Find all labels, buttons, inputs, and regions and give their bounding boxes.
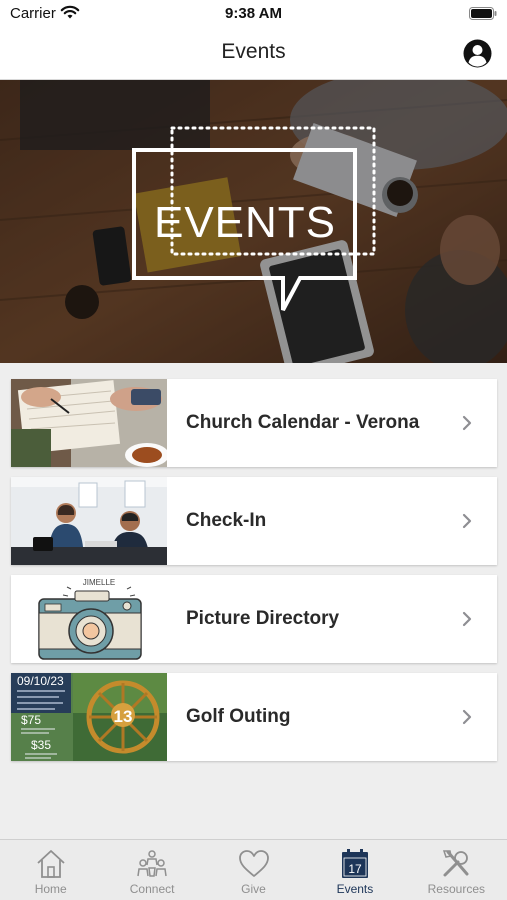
page-title: Events [221, 40, 286, 63]
event-item-picture-directory[interactable]: JIMELLE Picture Directory [11, 575, 497, 663]
profile-button[interactable] [463, 39, 492, 68]
event-item-church-calendar[interactable]: Church Calendar - Verona [11, 379, 497, 467]
people-icon [137, 850, 167, 877]
heart-icon [238, 850, 269, 877]
home-icon [37, 850, 65, 878]
event-label: Picture Directory [186, 608, 340, 629]
chevron-right-icon [462, 709, 472, 725]
status-bar: Carrier 9:38 AM [0, 0, 507, 28]
event-item-golf-outing[interactable]: 13 09/10/23 $75 $35 Golf Outing [11, 673, 497, 761]
tab-label: Connect [129, 882, 175, 896]
calendar-icon: 17 [341, 849, 368, 878]
event-label: Check-In [186, 510, 267, 531]
tab-give[interactable]: Give [203, 840, 304, 900]
golf-price-2: $35 [31, 738, 51, 752]
events-hero-banner: EVENTS [0, 80, 507, 363]
tab-label: Give [241, 882, 266, 896]
navigation-bar: Events [0, 28, 507, 80]
golf-date: 09/10/23 [17, 674, 64, 688]
check-in-thumbnail [11, 477, 167, 565]
tab-home[interactable]: Home [0, 840, 101, 900]
hero-image: EVENTS [0, 80, 507, 363]
tab-connect[interactable]: Connect [101, 840, 202, 900]
chevron-right-icon [462, 513, 472, 529]
tab-events[interactable]: 17 Events [304, 840, 405, 900]
event-label: Church Calendar - Verona [186, 412, 420, 433]
chevron-right-icon [462, 611, 472, 627]
tools-icon [443, 850, 469, 877]
chevron-right-icon [462, 415, 472, 431]
picture-directory-thumbnail: JIMELLE [11, 575, 167, 663]
calendar-day: 17 [348, 862, 362, 876]
event-item-check-in[interactable]: Check-In [11, 477, 497, 565]
golf-price-1: $75 [21, 713, 41, 727]
hero-banner-text: EVENTS [154, 198, 336, 247]
golf-badge-number: 13 [114, 707, 133, 726]
tab-label: Events [336, 882, 374, 896]
event-list: Church Calendar - Verona Check-In JIMELL… [11, 379, 497, 771]
camera-caption: JIMELLE [83, 578, 115, 587]
tab-bar: Home Connect Give 17 Events Resources [0, 839, 507, 900]
church-calendar-thumbnail [11, 379, 167, 467]
golf-outing-thumbnail: 13 09/10/23 $75 $35 [11, 673, 167, 761]
tab-label: Home [34, 882, 67, 896]
tab-label: Resources [427, 882, 485, 896]
status-time: 9:38 AM [225, 5, 282, 22]
event-label: Golf Outing [186, 706, 291, 727]
tab-resources[interactable]: Resources [406, 840, 507, 900]
battery-icon [469, 7, 497, 20]
